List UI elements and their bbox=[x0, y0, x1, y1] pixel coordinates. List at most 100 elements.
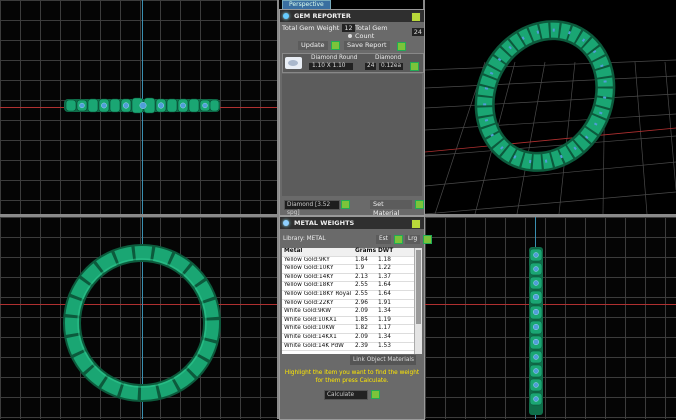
table-row[interactable]: White Gold:14KX1 2.09 1.34 bbox=[282, 334, 414, 343]
grams-value: 2.55 bbox=[355, 282, 368, 289]
total-gem-weight-label: Total Gem Weight bbox=[282, 24, 340, 32]
set-material-button[interactable]: Set Material bbox=[370, 200, 413, 217]
viewport-front[interactable] bbox=[0, 0, 277, 214]
viewport-right[interactable] bbox=[425, 217, 676, 419]
material-dropdown-arrow-icon[interactable] bbox=[341, 200, 350, 209]
metal-table[interactable]: Metal Grams DWT Yellow Gold:9KY 1.84 1.18 Y… bbox=[282, 248, 414, 354]
gem-icon bbox=[283, 13, 289, 19]
grams-value: 2.55 bbox=[355, 290, 368, 297]
metal-name: White Gold:14K PdW bbox=[284, 342, 344, 349]
calculate-go-icon[interactable] bbox=[371, 390, 380, 399]
update-go-icon[interactable] bbox=[330, 41, 340, 50]
grams-value: 1.82 bbox=[355, 325, 368, 332]
metal-weights-panel: METAL WEIGHTS Library: METAL Est Lrg Met… bbox=[279, 216, 433, 420]
ring-perspective bbox=[474, 20, 616, 172]
metal-icon bbox=[283, 220, 289, 226]
ring-edge-view bbox=[529, 247, 543, 415]
set-material-go-icon[interactable] bbox=[415, 200, 424, 209]
lrg-go-icon[interactable] bbox=[423, 235, 433, 244]
metal-name: White Gold:10KX1 bbox=[284, 316, 337, 323]
dwt-value: 1.53 bbox=[378, 342, 391, 349]
dwt-value: 1.34 bbox=[378, 308, 391, 315]
dwt-value: 1.19 bbox=[378, 316, 391, 323]
dot-icon bbox=[348, 34, 352, 38]
dwt-value: 1.64 bbox=[378, 282, 391, 289]
link-object-materials-button[interactable]: Link Object Materials bbox=[350, 355, 416, 365]
instruction-line-1: Highlight the item you want to find the … bbox=[284, 370, 420, 376]
metal-table-scrollbar[interactable] bbox=[414, 248, 422, 354]
est-go-icon[interactable] bbox=[393, 235, 403, 244]
gem-count: 24 bbox=[365, 63, 377, 70]
metal-weights-titlebar[interactable]: METAL WEIGHTS bbox=[280, 217, 424, 229]
table-row[interactable]: White Gold:10KW 1.82 1.17 bbox=[282, 325, 414, 334]
save-report-go-icon[interactable] bbox=[397, 42, 406, 51]
metal-name: Yellow Gold:18KY Royal bbox=[284, 290, 352, 297]
gem-column-header: Diamond bbox=[375, 55, 402, 61]
metal-name: Yellow Gold:10KY bbox=[284, 265, 334, 272]
est-button[interactable]: Est bbox=[376, 235, 391, 244]
table-header: Metal Grams DWT bbox=[282, 248, 414, 257]
total-gem-count-label: Total Gem Count bbox=[355, 24, 388, 40]
grams-value: 1.9 bbox=[355, 265, 365, 272]
metal-name: Yellow Gold:14KY bbox=[284, 273, 334, 280]
col-metal[interactable]: Metal bbox=[282, 248, 352, 256]
metal-name: White Gold:14KX1 bbox=[284, 333, 337, 340]
grams-value: 2.09 bbox=[355, 333, 368, 340]
table-row[interactable]: White Gold:14K PdW 2.39 1.53 bbox=[282, 343, 414, 352]
lrg-button[interactable]: Lrg bbox=[404, 235, 421, 244]
dwt-value: 1.17 bbox=[378, 325, 391, 332]
metal-name: White Gold:9KW bbox=[284, 308, 331, 315]
table-row[interactable]: Yellow Gold:14KY 2.13 1.37 bbox=[282, 274, 414, 283]
viewport-top[interactable] bbox=[0, 217, 277, 419]
diamond-thumbnail-icon bbox=[285, 57, 302, 69]
metal-weights-title: METAL WEIGHTS bbox=[294, 219, 355, 227]
metal-name: Yellow Gold:9KY bbox=[284, 256, 330, 263]
gem-reporter-titlebar[interactable]: GEM REPORTER bbox=[280, 10, 424, 22]
gem-reporter-title: GEM REPORTER bbox=[294, 12, 351, 20]
gem-weight: 0.12ea bbox=[379, 63, 404, 70]
col-grams[interactable]: Grams bbox=[352, 248, 376, 256]
metal-name: Yellow Gold:18KY bbox=[284, 282, 334, 289]
total-gem-count-value: 24 bbox=[411, 28, 424, 36]
col-dwt[interactable]: DWT bbox=[375, 248, 402, 256]
viewport-perspective[interactable] bbox=[425, 0, 676, 214]
gem-row-go-icon[interactable] bbox=[410, 62, 419, 71]
table-row[interactable]: Yellow Gold:22KY 2.96 1.91 bbox=[282, 300, 414, 309]
grams-value: 2.13 bbox=[355, 273, 368, 280]
table-row[interactable]: Yellow Gold:18KY Royal 2.55 1.64 bbox=[282, 291, 414, 300]
instruction-line-2: for them press Calculate. bbox=[315, 377, 389, 384]
gem-name: Diamond Round bbox=[311, 55, 358, 61]
table-row[interactable]: White Gold:10KX1 1.85 1.19 bbox=[282, 317, 414, 326]
table-row[interactable]: Yellow Gold:9KY 1.84 1.18 bbox=[282, 257, 414, 266]
calculate-button[interactable]: Calculate bbox=[324, 390, 368, 400]
grams-value: 1.85 bbox=[355, 316, 368, 323]
grams-value: 2.96 bbox=[355, 299, 368, 306]
material-dropdown[interactable]: Diamond [3.52 spg] bbox=[284, 200, 340, 216]
metal-name: Yellow Gold:22KY bbox=[284, 299, 334, 306]
gem-size: 1.10 X 1.10 bbox=[309, 63, 353, 70]
table-row[interactable]: White Gold:9KW 2.09 1.34 bbox=[282, 308, 414, 317]
close-icon[interactable] bbox=[411, 12, 421, 22]
dwt-value: 1.37 bbox=[378, 273, 391, 280]
ring-top-view bbox=[63, 244, 221, 402]
scrollbar-thumb[interactable] bbox=[416, 250, 421, 324]
dwt-value: 1.18 bbox=[378, 256, 391, 263]
close-icon[interactable] bbox=[411, 219, 421, 229]
table-row[interactable]: Yellow Gold:18KY 2.55 1.64 bbox=[282, 282, 414, 291]
dwt-value: 1.34 bbox=[378, 333, 391, 340]
dwt-value: 1.91 bbox=[378, 299, 391, 306]
table-row[interactable]: Yellow Gold:10KY 1.9 1.22 bbox=[282, 265, 414, 274]
gem-list-area bbox=[282, 74, 422, 196]
gem-reporter-panel: GEM REPORTER Total Gem Weight 12 Total G… bbox=[279, 9, 425, 217]
metal-name: White Gold:10KW bbox=[284, 325, 335, 332]
grams-value: 2.39 bbox=[355, 342, 368, 349]
update-button[interactable]: Update bbox=[298, 41, 328, 50]
total-gem-weight-value: 12 bbox=[342, 24, 355, 32]
save-report-button[interactable]: Save Report bbox=[344, 41, 390, 50]
dwt-value: 1.64 bbox=[378, 290, 391, 297]
gem-list-row[interactable]: Diamond Round Diamond 1.10 X 1.10 24 0.1… bbox=[282, 53, 424, 73]
dwt-value: 1.22 bbox=[378, 265, 391, 272]
library-label: Library: METAL bbox=[283, 236, 326, 242]
grams-value: 2.09 bbox=[355, 308, 368, 315]
ring-side-view bbox=[64, 97, 220, 114]
